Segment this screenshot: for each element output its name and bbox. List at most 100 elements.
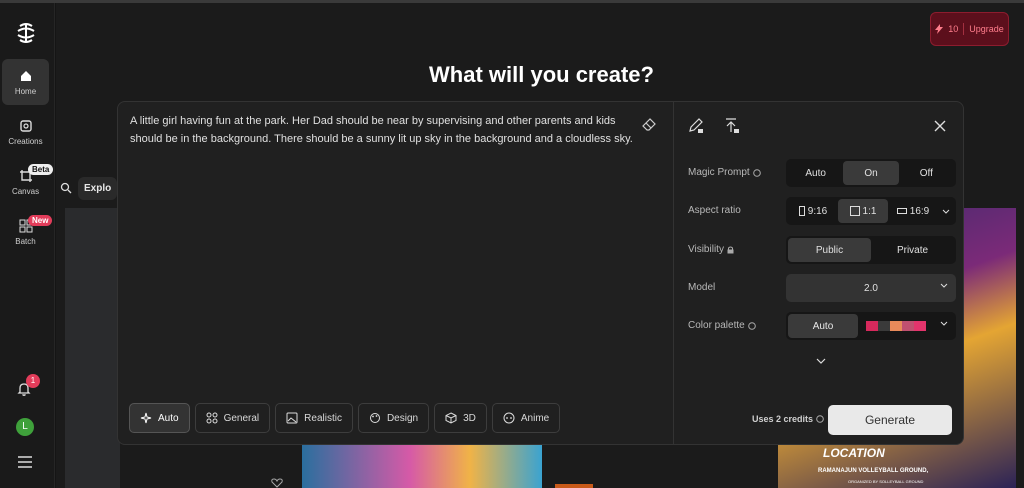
style-auto-button[interactable]: Auto [129,403,190,433]
style-selector: Auto General Realistic Design 3D Anime [129,403,561,433]
credit-count: 10 [948,24,959,34]
upgrade-label: Upgrade [969,24,1004,34]
color-palette-text: Color palette [688,320,745,331]
color-palette-select[interactable]: Auto [786,312,956,340]
model-label: Model [688,282,716,293]
palette-swatches[interactable] [866,321,926,331]
chevron-down-icon [940,321,948,326]
settings-panel: Magic Prompt Auto On Off Aspect ratio 9:… [674,102,964,444]
create-panel: A little girl having fun at the park. He… [117,101,964,445]
gallery-organizer-text: ORGANIZED BY SOLLEYBALL GROUND [848,479,924,484]
magic-prompt-auto[interactable]: Auto [788,161,843,185]
visibility-label: Visibility [688,244,734,255]
style-label: 3D [463,412,476,424]
model-select[interactable]: 2.0 [786,274,956,302]
search-icon [60,182,72,194]
upload-icon[interactable] [724,118,740,134]
info-icon[interactable] [816,415,824,423]
bolt-icon [935,24,944,34]
gallery-image[interactable] [302,444,542,488]
portrait-icon [798,206,805,216]
style-anime-button[interactable]: Anime [491,403,561,433]
sidebar-item-label: Canvas [11,186,40,196]
page-title: What will you create? [429,62,654,87]
avatar[interactable]: L [16,418,34,436]
gallery-strip [555,484,593,488]
style-realistic-button[interactable]: Realistic [275,403,353,433]
logo-icon[interactable] [14,21,38,45]
style-design-button[interactable]: Design [357,403,430,433]
menu-icon[interactable] [17,455,33,469]
aspect-1-1[interactable]: 1:1 [838,199,888,223]
chevron-down-icon [940,283,948,288]
style-label: Auto [158,412,179,424]
cube-icon [445,412,457,424]
gallery-location-text: LOCATION [823,446,885,460]
info-icon[interactable] [752,168,761,177]
square-icon [849,206,860,216]
magic-prompt-label: Magic Prompt [688,167,761,178]
beta-badge: Beta [28,164,54,175]
lock-icon [727,246,734,253]
color-palette-label: Color palette [688,320,756,331]
visibility-public[interactable]: Public [788,238,871,262]
swatch [902,321,914,331]
credits-text: Uses 2 credits [752,414,814,424]
generate-button[interactable]: Generate [828,405,952,435]
palette-icon [369,413,380,423]
explore-label: Explo [78,176,118,200]
new-badge: New [28,215,53,226]
aspect-ratio-label: Aspect ratio [688,205,741,216]
divider [963,23,965,35]
magic-prompt-off[interactable]: Off [899,161,954,185]
info-icon[interactable] [747,321,756,330]
close-icon[interactable] [934,120,946,132]
toolbar [688,118,740,134]
aspect-label: 9:16 [807,205,828,217]
visibility-toggle: Public Private [786,236,956,264]
credits-info: Uses 2 credits [752,414,824,424]
model-value: 2.0 [864,282,878,294]
expand-more-icon[interactable] [816,358,826,364]
image-icon [19,119,32,132]
magic-prompt-on[interactable]: On [843,161,899,185]
sidebar-item-label: Batch [15,236,36,246]
style-label: General [223,412,260,424]
sparkle-icon [140,412,152,424]
aspect-label: 16:9 [909,205,930,217]
swatch [878,321,890,331]
gallery-image[interactable] [65,208,120,488]
heart-icon[interactable] [270,478,284,488]
upgrade-button[interactable]: 10 Upgrade [930,12,1009,46]
aspect-ratio-selector: 9:16 1:1 16:9 [786,197,956,225]
magic-prompt-toggle: Auto On Off [786,159,956,187]
gallery-venue-text: RAMANAJUN VOLLEYBALL GROUND, [818,468,929,474]
notification-count: 1 [26,374,40,388]
photo-icon [286,412,298,424]
explore-search[interactable]: Explo [60,174,118,202]
aspect-label: 1:1 [862,205,877,217]
aspect-16-9[interactable]: 16:9 [888,199,938,223]
swatch [866,321,878,331]
swatch [914,321,926,331]
face-icon [503,412,515,424]
prompt-input[interactable]: A little girl having fun at the park. He… [130,112,640,148]
aspect-9-16[interactable]: 9:16 [788,199,838,223]
visibility-private[interactable]: Private [871,238,954,262]
style-3d-button[interactable]: 3D [434,403,487,433]
swatch [890,321,902,331]
edit-icon[interactable] [688,118,704,134]
sidebar-item-label: Creations [8,136,43,146]
chevron-down-icon[interactable] [942,209,950,214]
visibility-text: Visibility [688,244,724,255]
sidebar-item-creations[interactable]: Creations [2,109,49,155]
general-icon [206,412,218,424]
magic-prompt-text: Magic Prompt [688,167,750,178]
style-label: Realistic [304,412,342,424]
eraser-icon[interactable] [642,118,656,132]
style-general-button[interactable]: General [194,403,271,433]
landscape-icon [896,208,907,214]
style-label: Design [386,412,419,424]
palette-auto-button[interactable]: Auto [788,314,858,338]
style-label: Anime [520,412,550,424]
